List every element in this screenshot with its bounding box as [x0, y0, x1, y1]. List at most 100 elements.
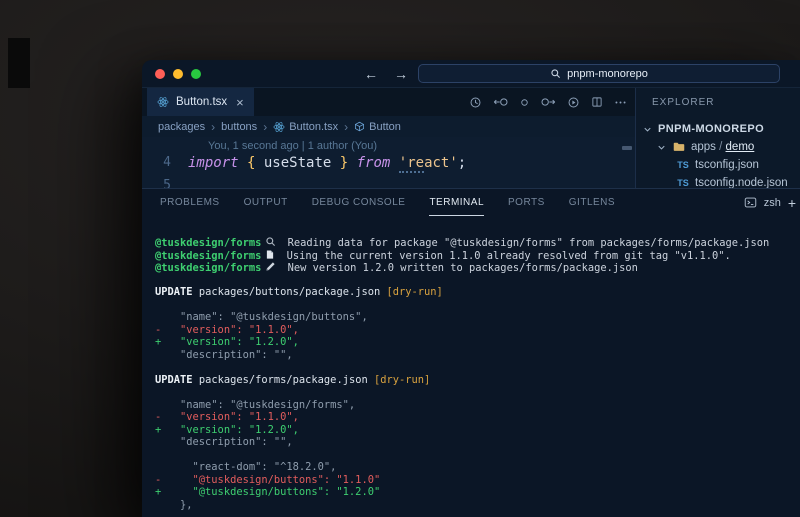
history-icon[interactable] — [469, 96, 482, 109]
background-artifact — [8, 38, 30, 88]
panel-tab-terminal[interactable]: TERMINAL — [429, 189, 484, 216]
history-nav: ← → — [364, 67, 408, 81]
code-token: 're — [399, 155, 424, 173]
split-editor-icon[interactable] — [591, 96, 603, 108]
bottom-panel: PROBLEMS OUTPUT DEBUG CONSOLE TERMINAL PORTS… — [142, 188, 800, 517]
line-number: 5 — [142, 178, 188, 188]
terminal-controls: zsh + — [744, 195, 796, 211]
code-token: ; — [458, 155, 466, 171]
code-content: import { useState } from 'react'; — [188, 154, 466, 172]
code-line-partial: 5 — [142, 178, 188, 188]
terminal-diff-ctx-line: }, — [155, 499, 800, 512]
document-icon — [265, 249, 275, 260]
tree-item-tsconfig-node-json[interactable]: TStsconfig.node.json — [636, 174, 800, 188]
panel-tab-ports[interactable]: PORTS — [508, 189, 545, 216]
terminal-diff-del-line: - "@tuskdesign/buttons": "1.1.0" — [155, 474, 800, 487]
magnifier-icon — [265, 236, 276, 247]
code-token: from — [357, 155, 391, 171]
breadcrumb-item-button-tsx[interactable]: Button.tsx — [273, 121, 338, 133]
nav-forward-icon[interactable] — [541, 96, 556, 108]
terminal-diff-ctx-line: "description": "", — [155, 349, 800, 362]
command-center-search[interactable]: pnpm-monorepo — [418, 64, 780, 83]
terminal-update-line: UPDATE packages/buttons/package.json [dr… — [155, 286, 800, 299]
editor-scrollbar-thumb[interactable] — [622, 146, 632, 150]
terminal-blank-line — [155, 299, 800, 312]
terminal-diff-del-line: - "version": "1.1.0", — [155, 324, 800, 337]
close-icon[interactable]: × — [236, 95, 244, 110]
shell-label: zsh — [764, 197, 781, 209]
chevron-down-icon — [642, 124, 653, 135]
back-arrow-icon[interactable]: ← — [364, 67, 378, 81]
breadcrumb-separator: › — [344, 120, 348, 134]
folder-icon — [672, 141, 686, 153]
terminal-log-line: @tuskdesign/forms Using the current vers… — [155, 249, 800, 262]
editor-toolbar — [469, 88, 627, 116]
file-tree: PNPM-MONOREPO apps / demo TS tsconfig.json… — [636, 120, 800, 188]
run-icon[interactable] — [567, 96, 580, 109]
breadcrumb: packages › buttons › Button.tsx › Button — [142, 116, 635, 137]
zoom-window-button[interactable] — [191, 69, 201, 79]
react-icon — [273, 121, 285, 133]
tab-bar: Button.tsx × — [142, 88, 635, 116]
panel-header: PROBLEMS OUTPUT DEBUG CONSOLE TERMINAL PORTS… — [142, 189, 800, 216]
terminal-diff-add-line: + "version": "1.2.0", — [155, 336, 800, 349]
breadcrumb-item-buttons[interactable]: buttons — [221, 121, 257, 133]
nav-circle-icon[interactable] — [519, 97, 530, 108]
more-actions-icon[interactable] — [614, 96, 627, 109]
terminal-diff-add-line: + "@tuskdesign/buttons": "1.2.0" — [155, 486, 800, 499]
react-icon — [157, 96, 169, 108]
panel-tab-output[interactable]: OUTPUT — [244, 189, 288, 216]
new-terminal-button[interactable]: + — [788, 195, 796, 211]
code-editor[interactable]: You, 1 second ago | 1 author (You) 4 imp… — [142, 137, 635, 188]
terminal-diff-ctx-line: "react-dom": "^18.2.0", — [155, 461, 800, 474]
panel-tab-gitlens[interactable]: GITLENS — [569, 189, 615, 216]
traffic-lights — [155, 69, 201, 79]
chevron-down-icon[interactable] — [656, 142, 667, 153]
terminal-diff-ctx-line: "name": "@tuskdesign/buttons", — [155, 311, 800, 324]
terminal-blank-line — [155, 361, 800, 374]
close-window-button[interactable] — [155, 69, 165, 79]
forward-arrow-icon[interactable]: → — [394, 67, 408, 81]
breadcrumb-item-packages[interactable]: packages — [158, 121, 205, 133]
tab-button-tsx[interactable]: Button.tsx × — [147, 88, 254, 116]
tree-item-apps-demo[interactable]: apps / demo — [636, 138, 800, 156]
tree-root-pnpm-monorepo[interactable]: PNPM-MONOREPO — [636, 120, 800, 138]
editor-column: Button.tsx × packages › buttons › Button.tsx… — [142, 88, 635, 188]
main-row: Button.tsx × packages › buttons › Button.tsx… — [142, 88, 800, 188]
explorer-sidebar: EXPLORER PNPM-MONOREPO apps / demoTStsco… — [635, 88, 800, 188]
code-token: } — [340, 155, 348, 171]
terminal-diff-ctx-line: "description": "", — [155, 436, 800, 449]
symbol-class-icon — [354, 121, 365, 132]
code-token: act' — [424, 155, 458, 171]
breadcrumb-item-button[interactable]: Button — [354, 121, 401, 133]
tab-label: Button.tsx — [176, 96, 227, 108]
tree-item-label: tsconfig.node.json — [695, 177, 788, 188]
terminal-diff-ctx-line: "name": "@tuskdesign/forms", — [155, 399, 800, 412]
nav-back-icon[interactable] — [493, 96, 508, 108]
panel-tab-debug-console[interactable]: DEBUG CONSOLE — [312, 189, 406, 216]
code-line: 4 import { useState } from 'react'; — [142, 154, 466, 172]
panel-tab-problems[interactable]: PROBLEMS — [160, 189, 220, 216]
breadcrumb-separator: › — [263, 120, 267, 134]
tree-item-label: tsconfig.json — [695, 159, 759, 171]
terminal-output[interactable]: @tuskdesign/forms Reading data for packa… — [142, 216, 800, 517]
minimize-window-button[interactable] — [173, 69, 183, 79]
vscode-window: ← → pnpm-monorepo Button.tsx × packages ›… — [142, 60, 800, 517]
code-token — [348, 155, 356, 171]
terminal-update-line: UPDATE packages/forms/package.json [dry-… — [155, 374, 800, 387]
terminal-icon — [744, 196, 757, 209]
panel-tabs: PROBLEMS OUTPUT DEBUG CONSOLE TERMINAL PORTS… — [160, 189, 615, 216]
search-icon — [550, 68, 561, 79]
code-token — [390, 155, 398, 171]
code-token — [239, 155, 247, 171]
gitlens-blame: You, 1 second ago | 1 author (You) — [208, 140, 377, 152]
tree-item-tsconfig-json[interactable]: TS tsconfig.json — [636, 156, 800, 174]
breadcrumb-separator: › — [211, 120, 215, 134]
code-token: import — [188, 155, 239, 171]
titlebar: ← → pnpm-monorepo — [142, 60, 800, 88]
tree-root-label: PNPM-MONOREPO — [658, 123, 764, 135]
terminal-diff-del-line: - "version": "1.1.0", — [155, 411, 800, 424]
search-value: pnpm-monorepo — [567, 68, 648, 80]
terminal-diff-add-line: + "version": "1.2.0", — [155, 424, 800, 437]
ts-icon: TS — [676, 160, 690, 170]
